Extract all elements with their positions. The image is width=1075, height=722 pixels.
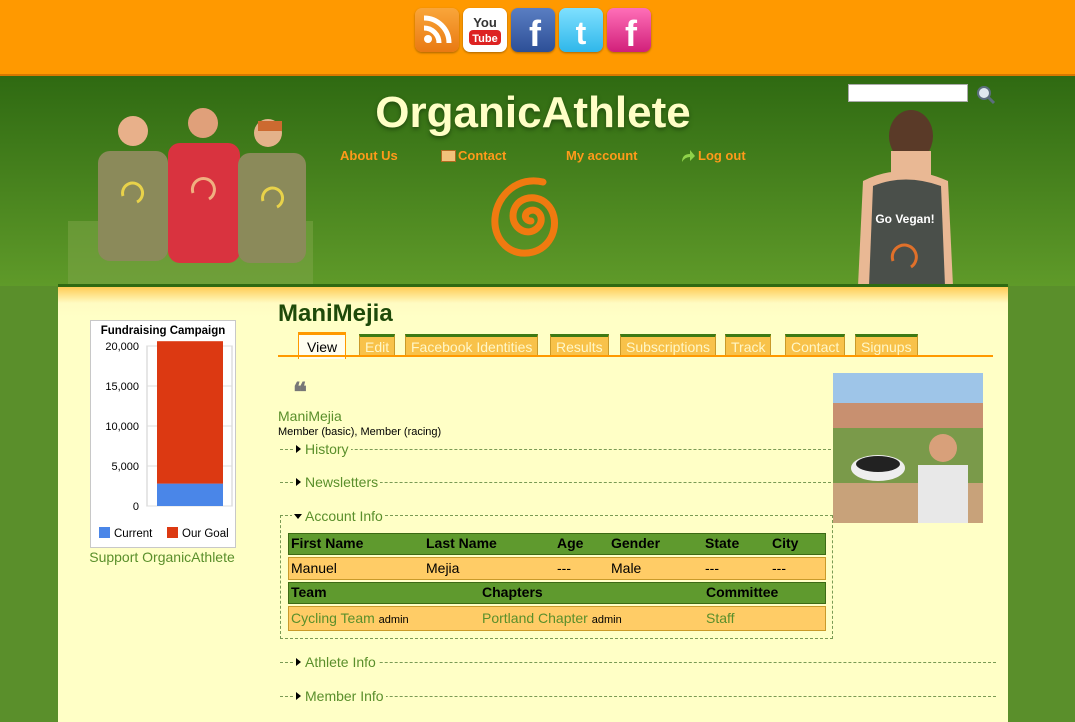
athlete-info-label[interactable]: Athlete Info (305, 654, 376, 670)
y-tick-label: 5,000 (111, 461, 139, 473)
svg-text:You: You (473, 15, 497, 30)
state-value: --- (705, 560, 719, 576)
newsletters-label[interactable]: Newsletters (305, 474, 378, 490)
expand-triangle-icon (296, 445, 301, 453)
rss-icon[interactable] (415, 8, 459, 52)
nav-contact-link[interactable]: Contact (458, 148, 506, 163)
nav-logout-link[interactable]: Log out (698, 148, 746, 163)
page-title: ManiMejia (278, 300, 393, 327)
header-committee: Committee (706, 584, 779, 600)
team-link[interactable]: Cycling Team (291, 610, 375, 626)
go-vegan-athlete-photo: Go Vegan! (858, 110, 953, 286)
table-row: Cycling Team admin Portland Chapter admi… (288, 606, 826, 631)
history-label[interactable]: History (305, 441, 349, 457)
y-tick-label: 15,000 (105, 381, 139, 393)
gender-value: Male (611, 560, 642, 576)
logout-arrow-icon (682, 150, 695, 162)
city-value: --- (772, 560, 786, 576)
committee-link[interactable]: Staff (706, 610, 735, 626)
spiral-logo-icon (491, 177, 558, 257)
tab-track[interactable]: Track (725, 334, 772, 357)
search-input[interactable] (848, 84, 968, 102)
profile-photo (833, 373, 983, 523)
tab-underline (278, 355, 993, 357)
tab-facebook-identities[interactable]: Facebook Identities (405, 334, 539, 357)
table-row: Manuel Mejia --- Male --- --- (288, 557, 826, 580)
search-icon[interactable] (975, 84, 997, 106)
account-info-label[interactable]: Account Info (305, 508, 383, 524)
age-value: --- (557, 560, 571, 576)
header-team: Team (291, 584, 327, 600)
expand-triangle-icon (296, 658, 301, 666)
header-state: State (705, 535, 740, 551)
member-info-label[interactable]: Member Info (305, 688, 384, 704)
nav-about-link[interactable]: About Us (340, 148, 398, 163)
svg-text:Go Vegan!: Go Vegan! (875, 212, 934, 226)
svg-text:Tube: Tube (472, 33, 497, 45)
history-rule (280, 449, 831, 450)
nav-account-link[interactable]: My account (566, 148, 638, 163)
header-gender: Gender (611, 535, 661, 551)
facebook-icon[interactable]: f (511, 8, 555, 54)
legend-swatch (167, 527, 178, 538)
header-city: City (772, 535, 799, 551)
first-name-value: Manuel (291, 560, 337, 576)
svg-text:f: f (529, 13, 542, 52)
team-table-header: Team Chapters Committee (288, 582, 826, 604)
mail-icon (441, 150, 456, 162)
content-area: Fundraising Campaign 20,000 15,000 10,000 5… (58, 287, 1008, 722)
collapse-triangle-icon (294, 514, 302, 519)
y-tick-label: 10,000 (105, 421, 139, 433)
chapter-role: admin (591, 614, 622, 626)
quote-icon: ❝ (293, 377, 307, 407)
youtube-icon[interactable]: You Tube (463, 8, 507, 52)
member-info-rule (280, 696, 996, 697)
svg-text:f: f (625, 13, 638, 52)
last-name-value: Mejia (426, 560, 460, 576)
expand-triangle-icon (296, 478, 301, 486)
team-role: admin (378, 614, 409, 626)
y-tick-label: 20,000 (105, 341, 139, 353)
bar-current (157, 483, 223, 506)
twitter-icon[interactable]: t (559, 8, 603, 52)
header-age: Age (557, 535, 584, 551)
chapter-link[interactable]: Portland Chapter (482, 610, 588, 626)
header-chapters: Chapters (482, 584, 543, 600)
athlete-info-rule (280, 662, 996, 663)
membership-text: Member (basic), Member (racing) (278, 426, 442, 438)
fundraising-widget: Fundraising Campaign 20,000 15,000 10,000 5… (90, 320, 236, 548)
tab-signups[interactable]: Signups (855, 334, 918, 357)
legend-label: Our Goal (182, 528, 229, 540)
tab-contact[interactable]: Contact (785, 334, 846, 357)
y-tick-label: 0 (133, 501, 139, 513)
legend-swatch (99, 527, 110, 538)
support-link[interactable]: Support OrganicAthlete (58, 549, 266, 565)
tab-results[interactable]: Results (550, 334, 609, 357)
bar-our-goal (157, 341, 223, 484)
expand-triangle-icon (296, 692, 301, 700)
account-table-header: First Name Last Name Age Gender State Ci… (288, 533, 826, 555)
svg-text:t: t (576, 15, 587, 51)
fundraising-chart: 20,000 15,000 10,000 5,000 0 Current Our Goal (99, 341, 233, 540)
header-first-name: First Name (291, 535, 364, 551)
top-bar: You Tube f t f (0, 0, 1075, 76)
tab-edit[interactable]: Edit (359, 334, 396, 357)
legend-label: Current (114, 528, 153, 540)
site-header: OrganicAthlete About Us Contact My accou… (0, 76, 1075, 286)
facebook-pink-icon[interactable]: f (607, 8, 651, 54)
header-last-name: Last Name (426, 535, 497, 551)
profile-name-link[interactable]: ManiMejia (278, 408, 342, 424)
tab-subscriptions[interactable]: Subscriptions (620, 334, 717, 357)
